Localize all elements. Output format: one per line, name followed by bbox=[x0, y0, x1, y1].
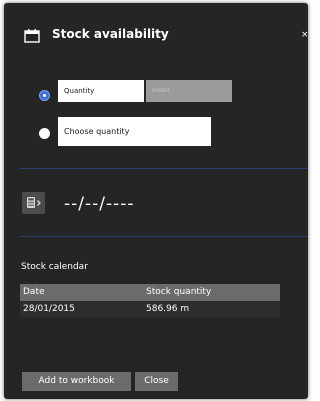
dialog-title: Stock availability bbox=[52, 27, 169, 41]
unit-select[interactable]: meter bbox=[146, 80, 232, 102]
quantity-input[interactable]: Quantity bbox=[58, 80, 144, 102]
cell-stock-quantity: 586.96 m bbox=[146, 304, 190, 314]
cell-date: 28/01/2015 bbox=[23, 304, 75, 314]
selected-date: --/--/---- bbox=[64, 194, 135, 214]
table-header: Date Stock quantity bbox=[20, 284, 280, 301]
column-header-stock-quantity: Stock quantity bbox=[146, 287, 212, 297]
add-to-workbook-button[interactable]: Add to workbook bbox=[22, 372, 131, 391]
close-button[interactable]: Close bbox=[135, 372, 178, 391]
stock-calendar-table: Date Stock quantity 28/01/2015 586.96 m bbox=[20, 284, 280, 317]
choose-quantity-field[interactable]: Choose quantity bbox=[58, 117, 211, 146]
date-picker-button[interactable] bbox=[22, 192, 45, 214]
column-header-date: Date bbox=[23, 287, 45, 297]
choose-quantity-radio[interactable] bbox=[39, 128, 50, 139]
quantity-radio[interactable] bbox=[39, 90, 50, 101]
table-row: 28/01/2015 586.96 m bbox=[20, 301, 280, 317]
stock-availability-dialog: Stock availability × Quantity meter Choo… bbox=[4, 3, 308, 399]
calendar-icon bbox=[24, 29, 40, 43]
calculator-icon bbox=[27, 197, 41, 208]
divider bbox=[19, 236, 308, 237]
divider bbox=[19, 168, 308, 169]
stock-calendar-label: Stock calendar bbox=[21, 262, 88, 272]
close-icon[interactable]: × bbox=[301, 30, 308, 40]
